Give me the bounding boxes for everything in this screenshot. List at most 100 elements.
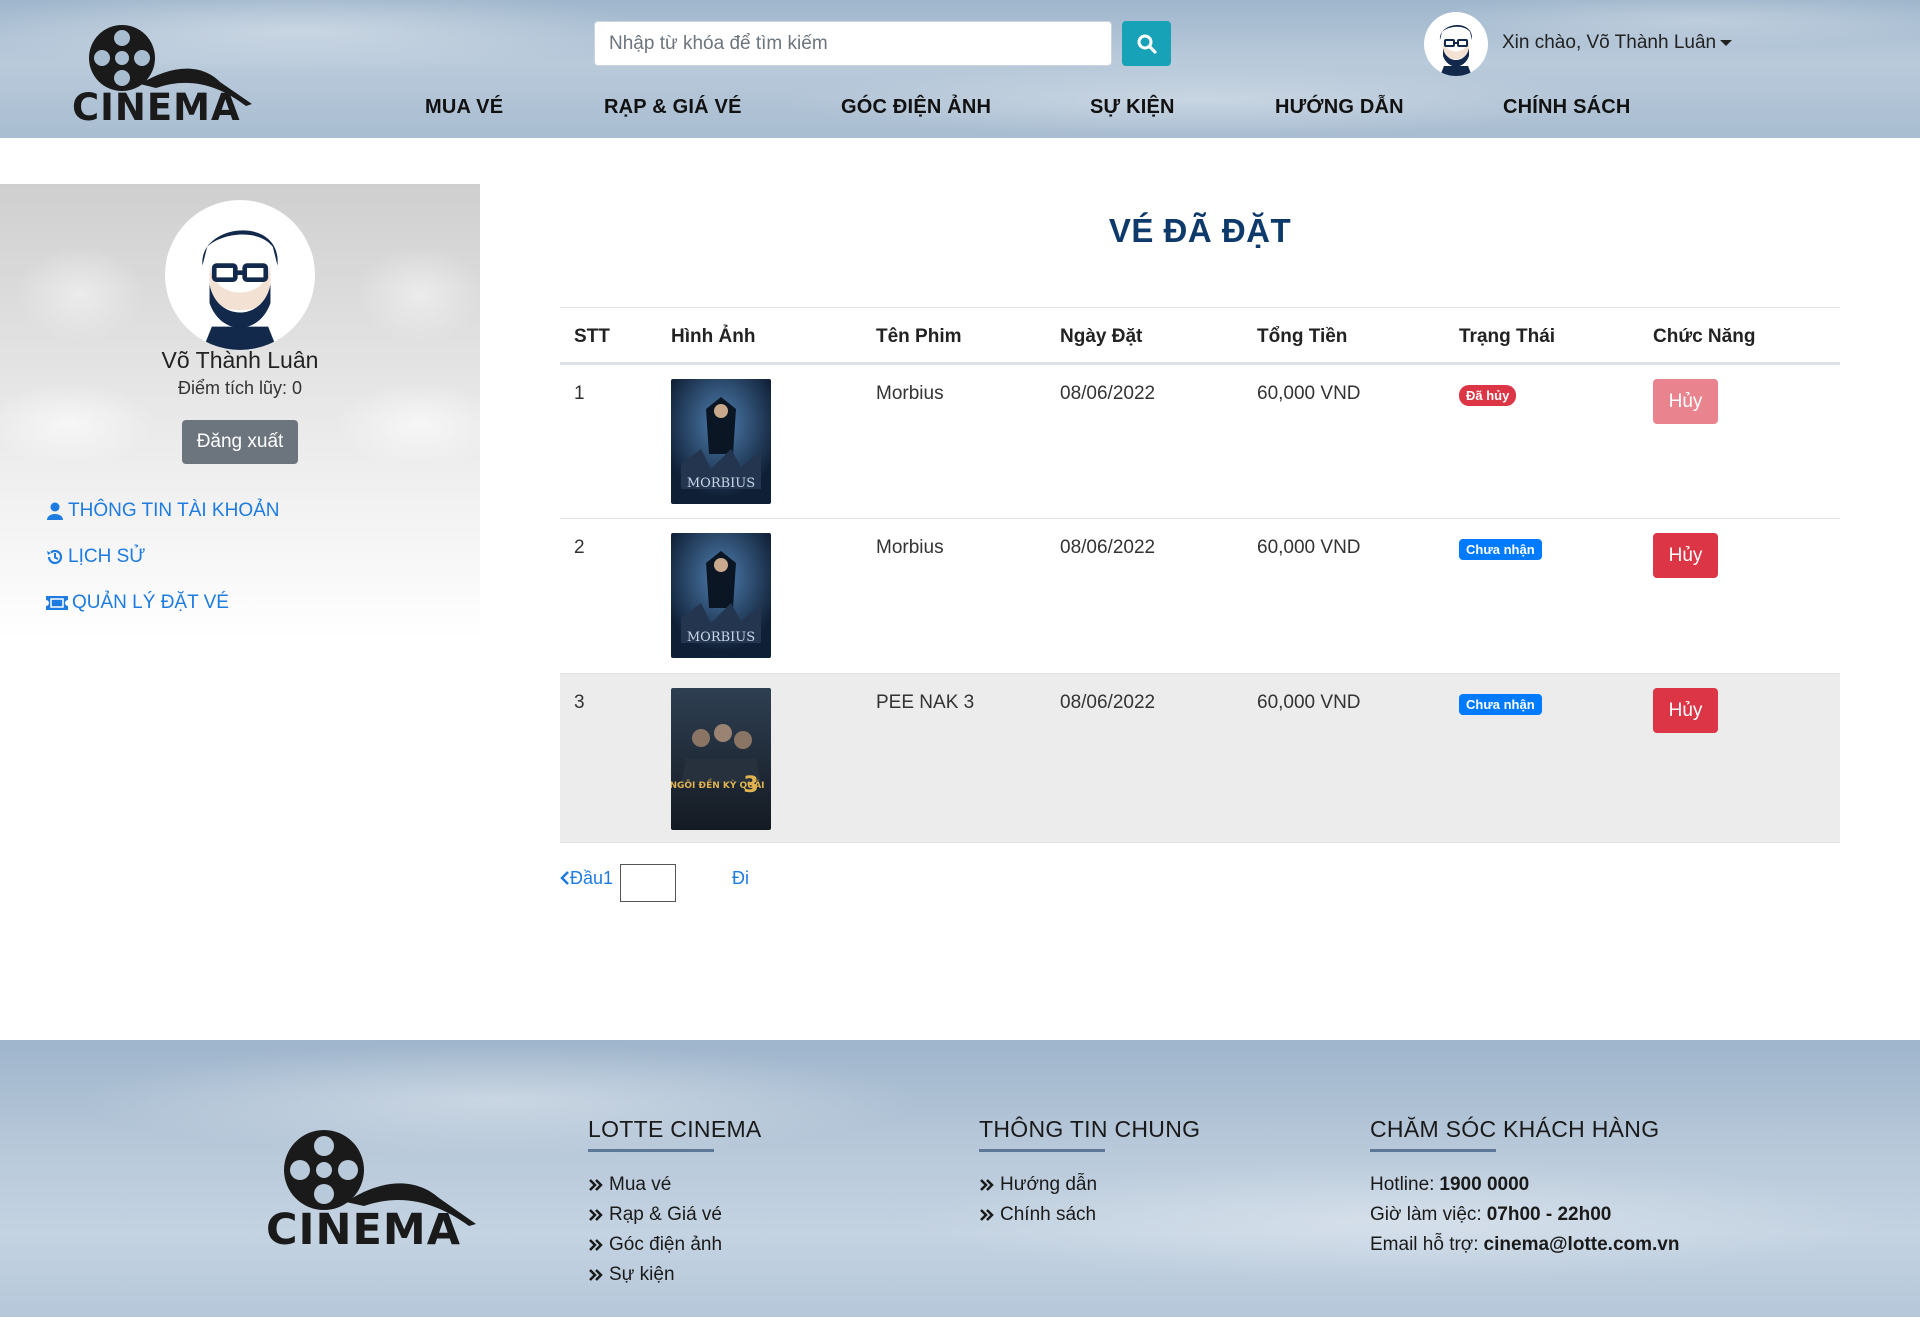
footer-link-rap-gia-ve[interactable]: Rạp & Giá vé (588, 1200, 762, 1230)
double-chevron-right-icon (980, 1209, 994, 1221)
sidebar-link-booking-management[interactable]: QUẢN LÝ ĐẶT VÉ (46, 592, 229, 614)
table-header: STT Hình Ảnh Tên Phim Ngày Đặt Tổng Tiền… (560, 307, 1840, 365)
footer-link-label: Rạp & Giá vé (609, 1204, 722, 1225)
cell-movie: Morbius (876, 537, 944, 558)
footer-logo-text: CINEMA (266, 1205, 461, 1250)
nav-goc-dien-anh[interactable]: GÓC ĐIỆN ẢNH (841, 96, 991, 119)
cell-stt: 1 (574, 383, 585, 404)
page-title: VÉ ĐÃ ĐẶT (1108, 212, 1292, 249)
status-badge-pending: Chưa nhận (1459, 694, 1542, 715)
hours-value: 07h00 - 22h00 (1486, 1204, 1612, 1225)
cell-stt: 3 (574, 692, 585, 713)
cell-total: 60,000 VND (1257, 383, 1361, 404)
cell-movie: Morbius (876, 383, 944, 404)
title-underline (588, 1149, 714, 1152)
nav-rap-gia-ve[interactable]: RẠP & GIÁ VÉ (604, 96, 742, 119)
footer-link-label: Sự kiện (609, 1264, 675, 1285)
loyalty-points: Điểm tích lũy: 0 (177, 378, 303, 398)
footer-link-huong-dan[interactable]: Hướng dẫn (979, 1170, 1200, 1200)
title-underline (1370, 1149, 1496, 1152)
col-header-actions: Chức Năng (1653, 326, 1756, 347)
footer-link-chinh-sach[interactable]: Chính sách (979, 1200, 1200, 1230)
pagination: Đầu1 Đi (560, 864, 860, 904)
status-badge-pending: Chưa nhận (1459, 539, 1542, 560)
search-button[interactable] (1122, 21, 1171, 66)
email-value[interactable]: cinema@lotte.com.vn (1484, 1230, 1680, 1260)
footer-link-su-kien[interactable]: Sự kiện (588, 1260, 762, 1290)
movie-poster-pee-nak-3[interactable]: NGÔI ĐỀN KỲ QUÁI 3 (671, 688, 771, 830)
user-avatar-icon (1439, 24, 1473, 76)
title-underline (979, 1149, 1105, 1152)
current-page-number: 1 (603, 868, 614, 888)
cell-date: 08/06/2022 (1060, 692, 1156, 713)
page-number-input[interactable] (620, 864, 676, 902)
caret-down-icon (1720, 39, 1733, 46)
footer-cinema-logo[interactable]: CINEMA (264, 1120, 484, 1250)
sidebar-link-label: LỊCH SỬ (68, 546, 146, 567)
header-avatar[interactable] (1424, 12, 1488, 76)
footer-link-mua-ve[interactable]: Mua vé (588, 1170, 762, 1200)
search-icon (1137, 34, 1157, 54)
poster-title: MORBIUS (687, 476, 755, 491)
table-row: 1 MORBIUS Morbius 08/06/2022 60,000 VND … (560, 365, 1840, 519)
nav-mua-ve[interactable]: MUA VÉ (425, 96, 503, 119)
sidebar-link-history[interactable]: LỊCH SỬ (46, 546, 145, 568)
site-footer: CINEMA LOTTE CINEMA Mua vé Rạp & Giá vé … (0, 1040, 1920, 1317)
footer-link-label: Hướng dẫn (1000, 1174, 1098, 1195)
email-label: Email hỗ trợ: (1370, 1234, 1479, 1255)
user-greeting-dropdown[interactable]: Xin chào, Võ Thành Luân (1502, 32, 1733, 54)
table-row: 2 MORBIUS Morbius 08/06/2022 60,000 VND … (560, 519, 1840, 674)
movie-poster-morbius[interactable]: MORBIUS (671, 533, 771, 658)
col-header-total: Tổng Tiền (1257, 326, 1348, 347)
footer-col-customer-care: CHĂM SÓC KHÁCH HÀNG Hotline: 1900 0000 Gi… (1370, 1116, 1679, 1260)
col-header-stt: STT (574, 326, 610, 347)
cell-date: 08/06/2022 (1060, 383, 1156, 404)
main-nav: MUA VÉ RẠP & GIÁ VÉ GÓC ĐIỆN ẢNH SỰ KIỆN… (0, 96, 1920, 122)
double-chevron-right-icon (980, 1179, 994, 1191)
history-icon (47, 549, 63, 565)
nav-su-kien[interactable]: SỰ KIỆN (1090, 96, 1175, 119)
cancel-ticket-button[interactable]: Hủy (1653, 688, 1718, 733)
status-badge-cancelled: Đã hủy (1459, 385, 1517, 406)
nav-huong-dan[interactable]: HƯỚNG DẪN (1275, 96, 1404, 119)
support-email-info: Email hỗ trợ: cinema@lotte.com.vn (1370, 1230, 1679, 1260)
cancel-ticket-button[interactable]: Hủy (1653, 533, 1718, 578)
movie-poster-morbius[interactable]: MORBIUS (671, 379, 771, 504)
nav-chinh-sach[interactable]: CHÍNH SÁCH (1503, 96, 1631, 119)
working-hours-info: Giờ làm việc: 07h00 - 22h00 (1370, 1200, 1679, 1230)
hotline-label: Hotline: (1370, 1174, 1435, 1195)
user-avatar-icon (202, 230, 278, 350)
profile-avatar (165, 200, 315, 350)
first-page-label: Đầu (570, 868, 604, 888)
col-header-movie: Tên Phim (876, 326, 962, 347)
cell-date: 08/06/2022 (1060, 537, 1156, 558)
col-header-status: Trạng Thái (1459, 326, 1556, 347)
user-icon (47, 502, 63, 520)
sidebar-link-label: QUẢN LÝ ĐẶT VÉ (72, 592, 229, 613)
footer-col-lotte-cinema: LOTTE CINEMA Mua vé Rạp & Giá vé Góc điệ… (588, 1116, 762, 1290)
profile-name: Võ Thành Luân (161, 347, 319, 373)
footer-link-label: Chính sách (1000, 1204, 1097, 1225)
hours-label: Giờ làm việc: (1370, 1204, 1482, 1225)
go-page-link[interactable]: Đi (732, 868, 749, 889)
double-chevron-right-icon (589, 1239, 603, 1251)
double-chevron-right-icon (589, 1269, 603, 1281)
cancel-ticket-button[interactable]: Hủy (1653, 379, 1718, 424)
footer-link-label: Mua vé (609, 1174, 672, 1195)
logout-button[interactable]: Đăng xuất (182, 420, 298, 464)
col-header-date: Ngày Đặt (1060, 326, 1143, 347)
sidebar-link-account-info[interactable]: THÔNG TIN TÀI KHOẢN (46, 500, 280, 522)
footer-link-goc-dien-anh[interactable]: Góc điện ảnh (588, 1230, 762, 1260)
double-chevron-right-icon (589, 1209, 603, 1221)
footer-col-title: LOTTE CINEMA (588, 1116, 762, 1142)
sidebar-link-label: THÔNG TIN TÀI KHOẢN (68, 500, 280, 521)
poster-number: 3 (743, 773, 758, 798)
footer-link-label: Góc điện ảnh (609, 1234, 723, 1255)
account-sidebar: Võ Thành Luân Điểm tích lũy: 0 Đăng xuất… (0, 184, 480, 640)
poster-title: MORBIUS (687, 630, 755, 645)
first-page-link[interactable]: Đầu1 (560, 868, 613, 889)
search-input[interactable] (594, 21, 1112, 66)
double-chevron-right-icon (589, 1179, 603, 1191)
hotline-info: Hotline: 1900 0000 (1370, 1170, 1679, 1200)
chevron-left-icon (560, 871, 569, 885)
